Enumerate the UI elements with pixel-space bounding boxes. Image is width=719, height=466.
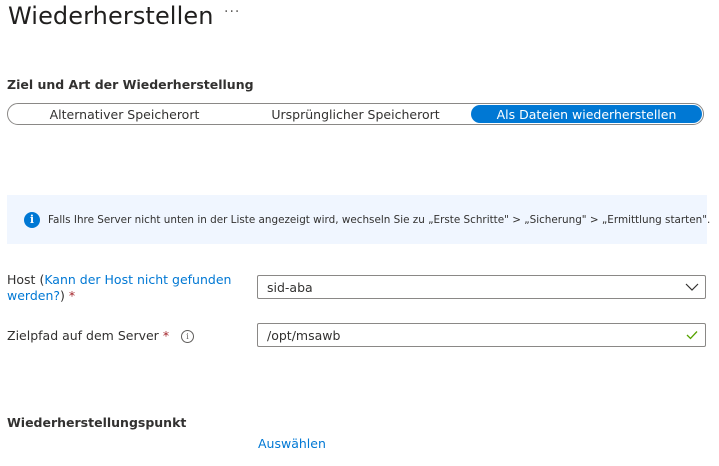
info-banner: i Falls Ihre Server nicht unten in der L… [7, 195, 711, 244]
target-path-value: /opt/msawb [267, 327, 341, 343]
host-dropdown-value: sid-aba [267, 279, 313, 295]
host-label-text: Host [7, 272, 36, 287]
option-restore-as-files[interactable]: Als Dateien wiederherstellen [471, 105, 702, 123]
option-original-location[interactable]: Ursprünglicher Speicherort [240, 105, 471, 123]
info-banner-text: Falls Ihre Server nicht unten in der Lis… [48, 213, 711, 226]
target-path-label-text: Zielpfad auf dem Server [7, 328, 159, 343]
chevron-down-icon [679, 283, 705, 291]
restore-type-segmented-control: Alternativer Speicherort Ursprünglicher … [7, 103, 704, 125]
required-asterisk: * [162, 328, 170, 343]
restore-target-heading: Ziel und Art der Wiederherstellung [7, 77, 254, 92]
target-path-label: Zielpfad auf dem Server * i [7, 328, 195, 344]
more-options-button[interactable]: ··· [224, 4, 240, 20]
host-not-found-link[interactable]: Kann der Host nicht gefunden werden? [7, 272, 231, 303]
restore-point-heading: Wiederherstellungspunkt [7, 415, 187, 430]
host-dropdown[interactable]: sid-aba [257, 275, 706, 299]
select-restore-point-link[interactable]: Auswählen [258, 436, 326, 451]
host-label: Host (Kann der Host nicht gefunden werde… [7, 272, 232, 303]
required-asterisk: * [68, 288, 76, 303]
page-title: Wiederherstellen [8, 2, 214, 30]
info-icon: i [24, 211, 40, 228]
checkmark-icon [679, 330, 705, 340]
option-alternate-location[interactable]: Alternativer Speicherort [9, 105, 240, 123]
target-path-input[interactable]: /opt/msawb [257, 323, 706, 347]
info-tooltip-icon[interactable]: i [181, 330, 195, 343]
